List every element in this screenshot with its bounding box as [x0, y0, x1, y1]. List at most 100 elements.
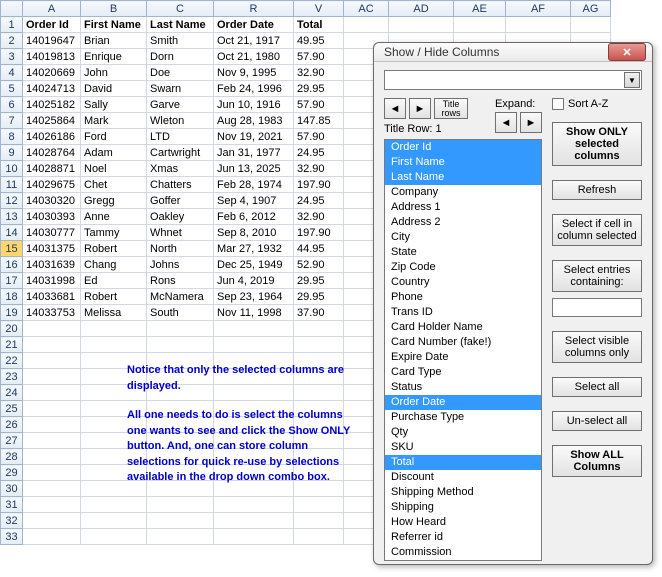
cell[interactable] [147, 513, 214, 529]
cell[interactable]: 24.95 [294, 145, 344, 161]
cell[interactable] [294, 513, 344, 529]
cell[interactable] [294, 529, 344, 545]
cell[interactable] [23, 497, 81, 513]
cell[interactable]: 14019813 [23, 49, 81, 65]
field-item[interactable]: Shipping [385, 500, 541, 515]
field-item[interactable]: Card Type [385, 365, 541, 380]
cell[interactable]: 49.95 [294, 33, 344, 49]
col-header-AC[interactable]: AC [344, 1, 389, 17]
cell[interactable] [294, 481, 344, 497]
cell[interactable]: Noel [81, 161, 147, 177]
row-header[interactable]: 31 [1, 497, 23, 513]
cell[interactable] [294, 353, 344, 369]
cell[interactable]: Sep 8, 2010 [214, 225, 294, 241]
field-item[interactable]: State [385, 245, 541, 260]
cell[interactable]: 197.90 [294, 177, 344, 193]
field-item[interactable]: Status [385, 380, 541, 395]
cell[interactable] [214, 401, 294, 417]
cell[interactable] [147, 385, 214, 401]
cell[interactable] [294, 337, 344, 353]
cell[interactable] [81, 497, 147, 513]
cell[interactable] [147, 401, 214, 417]
cell[interactable]: 37.90 [294, 305, 344, 321]
cell[interactable] [214, 465, 294, 481]
cell[interactable] [81, 449, 147, 465]
field-item[interactable]: SKU [385, 440, 541, 455]
cell[interactable] [214, 497, 294, 513]
row-header[interactable]: 24 [1, 385, 23, 401]
cell[interactable]: Whnet [147, 225, 214, 241]
cell[interactable] [294, 401, 344, 417]
cell[interactable]: Chang [81, 257, 147, 273]
cell[interactable]: 14033681 [23, 289, 81, 305]
cell[interactable]: 14019647 [23, 33, 81, 49]
cell[interactable] [81, 417, 147, 433]
cell[interactable]: Jun 4, 2019 [214, 273, 294, 289]
cell[interactable]: 32.90 [294, 161, 344, 177]
cell[interactable]: 14030320 [23, 193, 81, 209]
field-item[interactable]: Qty [385, 425, 541, 440]
cell[interactable] [23, 529, 81, 545]
cell[interactable]: 57.90 [294, 129, 344, 145]
cell[interactable] [214, 433, 294, 449]
cell[interactable]: 57.90 [294, 49, 344, 65]
cell[interactable]: 14033753 [23, 305, 81, 321]
cell[interactable]: Dorn [147, 49, 214, 65]
row-header[interactable]: 17 [1, 273, 23, 289]
cell[interactable]: Tammy [81, 225, 147, 241]
select-all-cell[interactable] [1, 1, 23, 17]
cell[interactable]: Feb 24, 1996 [214, 81, 294, 97]
cell[interactable]: Doe [147, 65, 214, 81]
field-item[interactable]: Discount [385, 470, 541, 485]
cell[interactable] [294, 465, 344, 481]
cell[interactable]: 14020669 [23, 65, 81, 81]
cell[interactable] [23, 321, 81, 337]
cell[interactable]: Garve [147, 97, 214, 113]
row-header[interactable]: 30 [1, 481, 23, 497]
field-item[interactable]: First Name [385, 155, 541, 170]
cell[interactable] [214, 321, 294, 337]
cell[interactable]: Ed [81, 273, 147, 289]
cell[interactable] [214, 513, 294, 529]
row-header[interactable]: 4 [1, 65, 23, 81]
cell[interactable]: Ford [81, 129, 147, 145]
cell[interactable]: 14025864 [23, 113, 81, 129]
field-item[interactable]: Company [385, 185, 541, 200]
sort-checkbox[interactable]: Sort A-Z [552, 98, 642, 110]
cell[interactable]: Wleton [147, 113, 214, 129]
cell[interactable]: LTD [147, 129, 214, 145]
col-header-AG[interactable]: AG [571, 1, 611, 17]
row-header[interactable]: 21 [1, 337, 23, 353]
cell[interactable]: Nov 19, 2021 [214, 129, 294, 145]
field-item[interactable]: Country [385, 275, 541, 290]
field-header[interactable]: Total [294, 17, 344, 33]
cell[interactable] [23, 417, 81, 433]
row-header[interactable]: 32 [1, 513, 23, 529]
field-item[interactable]: City [385, 230, 541, 245]
cell[interactable]: 14028871 [23, 161, 81, 177]
row-header[interactable]: 22 [1, 353, 23, 369]
row-header[interactable]: 23 [1, 369, 23, 385]
col-header-A[interactable]: A [23, 1, 81, 17]
cell[interactable]: Mar 27, 1932 [214, 241, 294, 257]
cell[interactable] [214, 337, 294, 353]
cell[interactable] [147, 481, 214, 497]
expand-next-button[interactable]: ► [520, 112, 542, 133]
field-item[interactable]: Purchase Type [385, 410, 541, 425]
cell[interactable]: Rons [147, 273, 214, 289]
cell[interactable]: 14031375 [23, 241, 81, 257]
cell[interactable]: 14028764 [23, 145, 81, 161]
cell[interactable]: 29.95 [294, 81, 344, 97]
cell[interactable] [81, 353, 147, 369]
cell[interactable]: Adam [81, 145, 147, 161]
cell[interactable] [81, 529, 147, 545]
col-header-C[interactable]: C [147, 1, 214, 17]
cell[interactable]: Chet [81, 177, 147, 193]
field-item[interactable]: Card Number (fake!) [385, 335, 541, 350]
cell[interactable] [147, 321, 214, 337]
cell[interactable]: Nov 9, 1995 [214, 65, 294, 81]
cell[interactable] [214, 417, 294, 433]
cell[interactable] [81, 433, 147, 449]
field-item[interactable]: Referrer id [385, 530, 541, 545]
cell[interactable] [23, 481, 81, 497]
